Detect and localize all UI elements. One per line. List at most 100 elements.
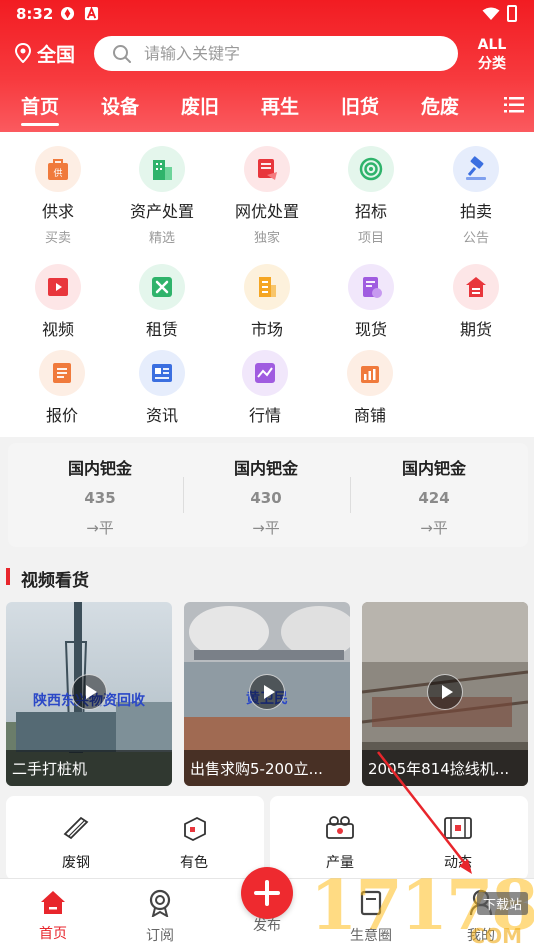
tab-hazardous-waste[interactable]: 危废 bbox=[421, 92, 459, 119]
price-item[interactable]: 国内钯金 424 →平 bbox=[354, 455, 514, 538]
battery-icon bbox=[507, 5, 517, 22]
search-bar[interactable] bbox=[94, 36, 458, 71]
app-screen: 8:32 全国 ALL 分类 首页 设备 废旧 再生 旧货 危废 bbox=[0, 0, 534, 950]
status-time: 8:32 bbox=[16, 5, 54, 23]
price-name: 国内钯金 bbox=[67, 459, 132, 478]
nav-home[interactable]: 首页 bbox=[18, 889, 88, 943]
grid-item-tender[interactable]: 招标 项目 bbox=[321, 146, 421, 246]
scrap-steel-icon bbox=[63, 816, 89, 840]
home-icon bbox=[41, 891, 65, 914]
grid-label: 市场 bbox=[250, 320, 283, 339]
nav-publish[interactable]: 发布 bbox=[232, 915, 302, 935]
grid-item-video[interactable]: 视频 bbox=[8, 264, 108, 340]
price-value: 424 bbox=[418, 489, 450, 507]
grid-item-asset-disposal[interactable]: 资产处置 精选 bbox=[112, 146, 212, 246]
all-categories-button[interactable]: ALL 分类 bbox=[470, 36, 514, 74]
price-name: 国内钯金 bbox=[233, 459, 298, 478]
nav-label: 订阅 bbox=[146, 928, 174, 944]
shop-icon bbox=[347, 350, 393, 396]
tab-scrap[interactable]: 废旧 bbox=[181, 92, 219, 119]
market-trend-icon bbox=[242, 350, 288, 396]
status-bar: 8:32 bbox=[0, 0, 534, 28]
lease-icon bbox=[139, 264, 185, 310]
category-item-scrap-steel[interactable]: 废钢 bbox=[46, 814, 106, 872]
tab-home[interactable]: 首页 bbox=[21, 92, 60, 126]
price-divider bbox=[183, 477, 184, 513]
header: 8:32 全国 ALL 分类 首页 设备 废旧 再生 旧货 危废 bbox=[0, 0, 534, 132]
location-pin-icon bbox=[14, 43, 32, 63]
video-card[interactable]: 黄卫民 出售求购5-200立... bbox=[184, 602, 350, 786]
tender-icon bbox=[348, 146, 394, 192]
auction-icon bbox=[453, 146, 499, 192]
price-trend: →平 bbox=[252, 519, 280, 537]
video-caption: 2005年814捻线机... bbox=[362, 750, 528, 786]
category-label: 有色 bbox=[180, 855, 208, 871]
news-icon bbox=[139, 350, 185, 396]
grid-item-news[interactable]: 资讯 bbox=[112, 350, 212, 426]
price-value: 430 bbox=[250, 489, 282, 507]
menu-list-icon[interactable] bbox=[504, 97, 524, 113]
grid-item-spot-goods[interactable]: 现货 bbox=[321, 264, 421, 340]
grid-item-quote[interactable]: 报价 bbox=[12, 350, 112, 426]
video-card[interactable]: 陕西东兴物资回收 二手打桩机 bbox=[6, 602, 172, 786]
grid-label: 商铺 bbox=[353, 406, 386, 425]
supply-demand-icon: 供 bbox=[35, 146, 81, 192]
futures-icon bbox=[453, 264, 499, 310]
section-title: 视频看货 bbox=[21, 571, 89, 591]
nonferrous-icon bbox=[184, 816, 206, 842]
all-categories-line2: 分类 bbox=[478, 56, 506, 72]
video-card[interactable]: 2005年814捻线机... bbox=[362, 602, 528, 786]
price-item[interactable]: 国内钯金 430 →平 bbox=[186, 455, 346, 538]
grid-item-futures[interactable]: 期货 bbox=[426, 264, 526, 340]
play-icon[interactable] bbox=[71, 674, 107, 710]
grid-item-market[interactable]: 市场 bbox=[217, 264, 317, 340]
publish-icon[interactable] bbox=[241, 867, 293, 919]
grid-sublabel: 独家 bbox=[253, 231, 280, 246]
watermark-badge: 下载站 bbox=[476, 892, 528, 915]
tab-second-hand[interactable]: 旧货 bbox=[341, 92, 379, 119]
price-item[interactable]: 国内钯金 435 →平 bbox=[20, 455, 180, 538]
nav-label: 发布 bbox=[253, 918, 281, 934]
grid-item-supply-demand[interactable]: 供 供求 买卖 bbox=[8, 146, 108, 246]
grid-item-lease[interactable]: 租赁 bbox=[112, 264, 212, 340]
spot-goods-icon bbox=[348, 264, 394, 310]
subscribe-icon bbox=[149, 889, 171, 919]
grid-item-shop[interactable]: 商铺 bbox=[320, 350, 420, 426]
video-caption: 出售求购5-200立... bbox=[184, 750, 350, 786]
section-accent-bar bbox=[6, 568, 10, 585]
category-item-nonferrous[interactable]: 有色 bbox=[164, 814, 224, 872]
price-divider bbox=[350, 477, 351, 513]
search-input[interactable] bbox=[144, 44, 424, 63]
grid-label: 资讯 bbox=[145, 406, 178, 425]
nav-subscribe[interactable]: 订阅 bbox=[125, 889, 195, 945]
tab-recycled[interactable]: 再生 bbox=[261, 92, 299, 119]
nav-label: 首页 bbox=[39, 926, 67, 942]
grid-label: 供求 bbox=[41, 202, 74, 221]
grid-item-online-disposal[interactable]: 网优处置 独家 bbox=[217, 146, 317, 246]
video-caption: 二手打桩机 bbox=[6, 750, 172, 786]
grid-label: 期货 bbox=[459, 320, 492, 339]
svg-text:供: 供 bbox=[53, 167, 62, 179]
location-selector[interactable]: 全国 bbox=[14, 40, 75, 66]
price-ticker[interactable]: 国内钯金 435 →平 国内钯金 430 →平 国内钯金 424 →平 bbox=[8, 443, 528, 547]
app-notification-icon bbox=[60, 6, 75, 21]
category-label: 废钢 bbox=[62, 855, 90, 871]
grid-label: 报价 bbox=[45, 406, 78, 425]
watermark-suffix: COM bbox=[470, 924, 522, 948]
function-grid: 供 供求 买卖 资产处置 精选 网优处置 独家 招标 项目 拍卖 公告 视频 租… bbox=[0, 132, 534, 437]
grid-label: 资产处置 bbox=[129, 202, 194, 221]
wifi-icon bbox=[482, 7, 500, 20]
quote-icon bbox=[39, 350, 85, 396]
play-icon[interactable] bbox=[427, 674, 463, 710]
tab-equipment[interactable]: 设备 bbox=[101, 92, 139, 119]
price-value: 435 bbox=[84, 489, 116, 507]
play-icon[interactable] bbox=[249, 674, 285, 710]
app-a-icon bbox=[84, 6, 99, 21]
category-card: 废钢 有色 bbox=[6, 796, 264, 880]
grid-item-market-trend[interactable]: 行情 bbox=[215, 350, 315, 426]
video-icon bbox=[35, 264, 81, 310]
site-watermark: 17178 下载站 COM bbox=[310, 858, 534, 948]
price-trend: →平 bbox=[420, 519, 448, 537]
grid-sublabel: 公告 bbox=[462, 231, 489, 246]
grid-item-auction[interactable]: 拍卖 公告 bbox=[426, 146, 526, 246]
